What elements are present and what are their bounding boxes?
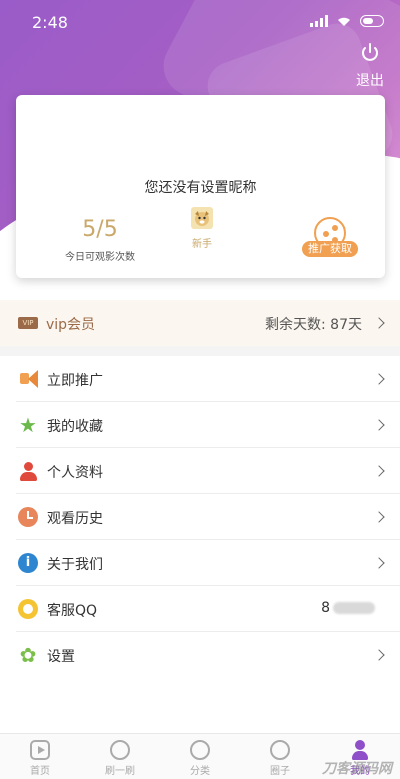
vip-remaining-days: 剩余天数: 87天 (265, 317, 362, 333)
dog-avatar-icon (191, 207, 213, 229)
logout-label: 退出 (356, 73, 384, 89)
menu-item-label: 设置 (47, 649, 75, 665)
menu-item-history[interactable]: 观看历史 (16, 494, 400, 540)
user-level: 新手 (186, 207, 218, 250)
daily-views: 5/5 今日可观影次数 (48, 217, 152, 263)
chevron-right-icon (373, 419, 385, 431)
tab-circle[interactable]: 圈子 (240, 734, 320, 779)
chat-icon (270, 740, 290, 760)
person-icon (18, 461, 38, 481)
menu-item-profile[interactable]: 个人资料 (16, 448, 400, 494)
menu-item-label: 客服QQ (47, 603, 98, 619)
wifi-icon (338, 17, 350, 26)
vip-member-row[interactable]: VIP vip会员 剩余天数: 87天 (0, 300, 400, 346)
daily-views-caption: 今日可观影次数 (65, 252, 135, 263)
menu-item-about[interactable]: i 关于我们 (16, 540, 400, 586)
status-bar: 2:48 (0, 0, 400, 40)
menu-item-label: 我的收藏 (47, 419, 103, 435)
pie-icon (190, 740, 210, 760)
signal-icon (310, 15, 328, 27)
qq-icon (18, 599, 38, 619)
tab-label: 刷一刷 (105, 766, 135, 777)
menu-item-settings[interactable]: ✿ 设置 (16, 632, 400, 678)
gear-icon: ✿ (19, 643, 37, 667)
tab-label: 首页 (30, 766, 50, 777)
tab-category[interactable]: 分类 (160, 734, 240, 779)
menu-item-favorites[interactable]: ★ 我的收藏 (16, 402, 400, 448)
section-divider (0, 346, 400, 356)
chevron-right-icon (373, 649, 385, 661)
vip-label: vip会员 (46, 317, 96, 333)
menu-item-support-qq[interactable]: 客服QQ 8 (16, 586, 400, 632)
chevron-right-icon (373, 465, 385, 477)
menu-item-label: 观看历史 (47, 511, 103, 527)
refresh-icon (110, 740, 130, 760)
support-qq-number: 8 (321, 600, 330, 616)
power-icon (362, 43, 378, 61)
qq-number-redacted (333, 602, 375, 614)
profile-card: 您还没有设置昵称 5/5 今日可观影次数 新手 推广获取 (16, 95, 385, 278)
chevron-right-icon (373, 511, 385, 523)
menu-item-label: 个人资料 (47, 465, 103, 481)
tab-home[interactable]: 首页 (0, 734, 80, 779)
watermark: 刀客源码网 (322, 761, 392, 777)
vip-tag-icon: VIP (18, 317, 38, 329)
chevron-right-icon (373, 373, 385, 385)
status-time: 2:48 (32, 13, 68, 32)
megaphone-icon (18, 369, 38, 389)
chevron-right-icon (373, 317, 385, 329)
status-icons (310, 15, 384, 27)
tab-label: 分类 (190, 766, 210, 777)
tab-label: 圈子 (270, 766, 290, 777)
nickname-prompt[interactable]: 您还没有设置昵称 (16, 177, 385, 197)
menu-list: 立即推广 ★ 我的收藏 个人资料 观看历史 i 关于我们 客服QQ 8 ✿ 设置 (0, 356, 400, 678)
user-level-label: 新手 (192, 239, 212, 250)
daily-views-count: 5/5 (82, 217, 118, 242)
menu-item-label: 立即推广 (47, 373, 103, 389)
tab-refresh[interactable]: 刷一刷 (80, 734, 160, 779)
person-icon (350, 740, 370, 760)
star-icon: ★ (19, 413, 37, 437)
promo-get-button[interactable]: 推广获取 (302, 217, 358, 257)
menu-item-label: 关于我们 (47, 557, 103, 573)
logout-button[interactable]: 退出 (354, 42, 386, 90)
clock-icon (18, 507, 38, 527)
play-icon (30, 740, 50, 760)
battery-icon (360, 15, 384, 27)
promo-get-label: 推广获取 (302, 241, 358, 257)
menu-item-promote[interactable]: 立即推广 (16, 356, 400, 402)
chevron-right-icon (373, 557, 385, 569)
info-icon: i (18, 553, 38, 573)
